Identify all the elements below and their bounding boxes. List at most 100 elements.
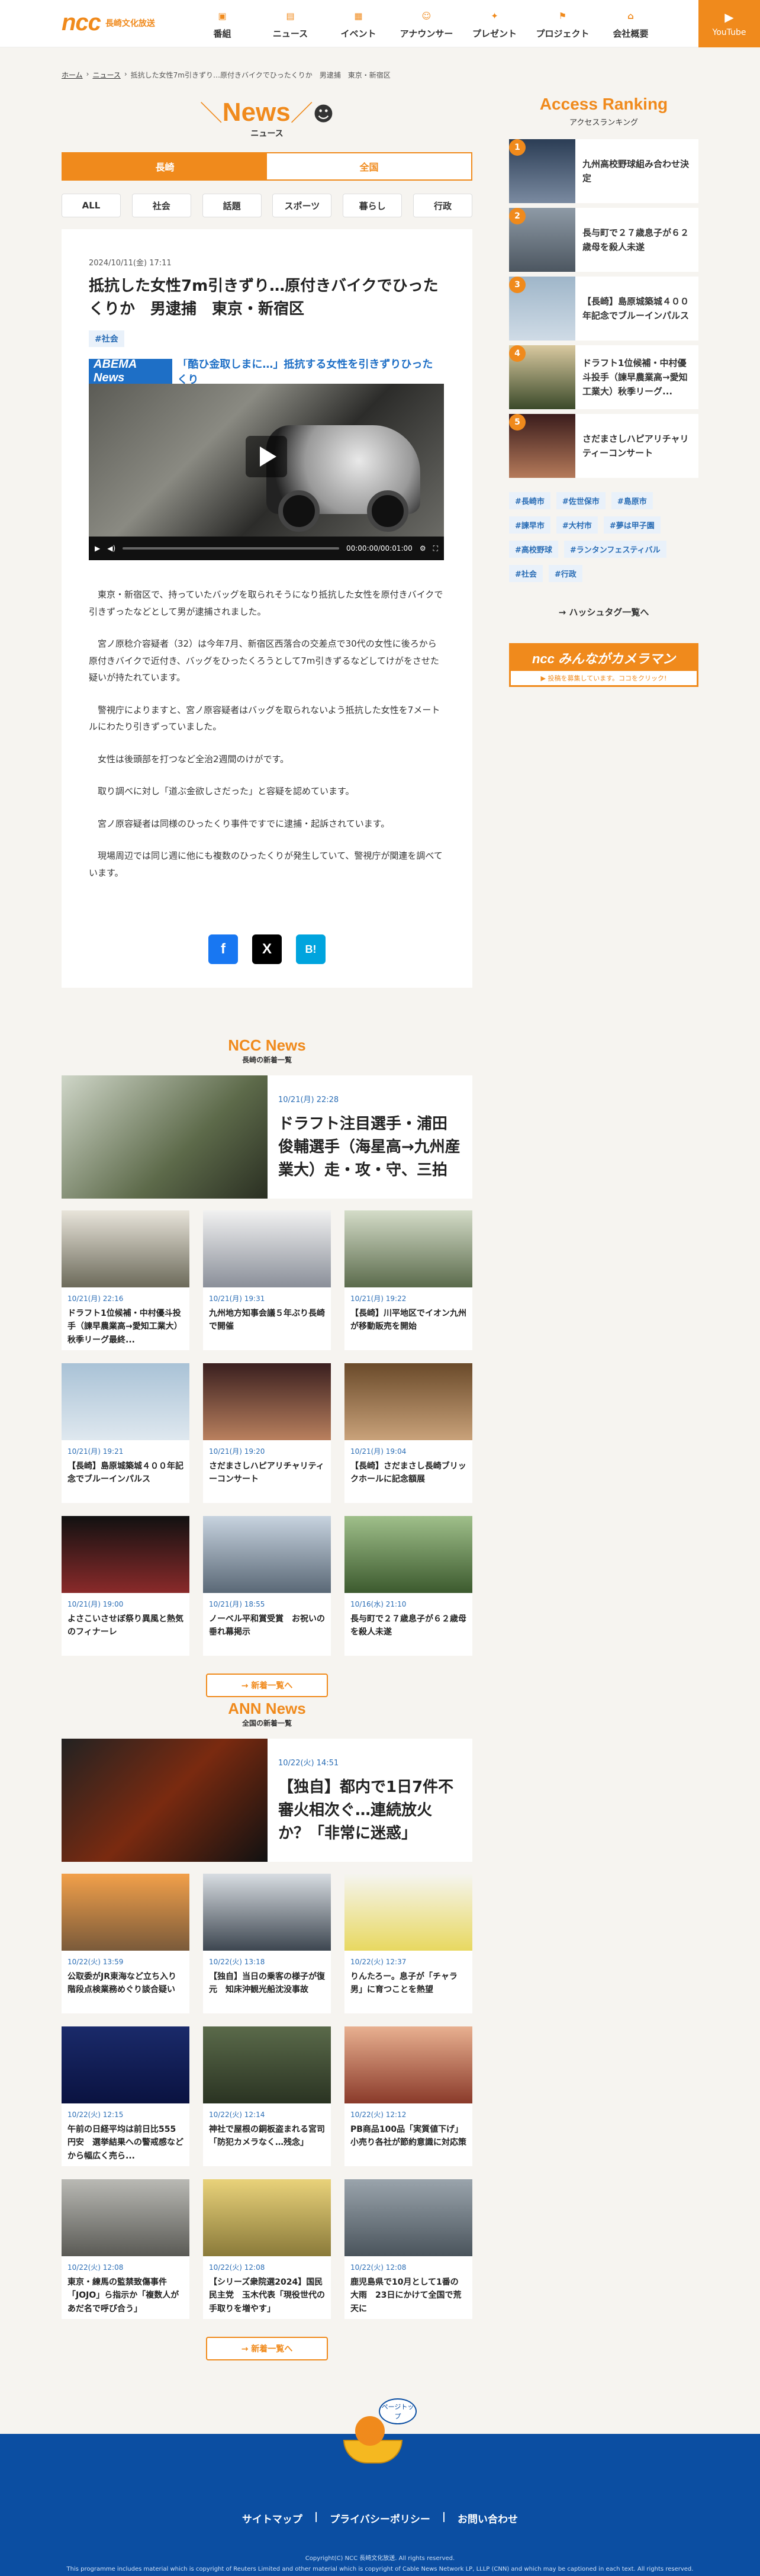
nav-item-announcers[interactable]: ☺ アナウンサー [392, 0, 460, 47]
hashtag[interactable]: #夢は甲子園 [603, 516, 661, 534]
tab-sports[interactable]: スポーツ [272, 194, 332, 217]
volume-icon[interactable]: ◀) [107, 544, 115, 553]
sitemap-link[interactable]: サイトマップ [242, 2511, 302, 2526]
news-card[interactable]: 10/22(火) 12:15 午前の日経平均は前日比555円安 選挙結果への警戒感… [62, 2026, 189, 2166]
arrow-right-icon: → [558, 607, 569, 618]
ranking-item[interactable]: 3 【長崎】島原城築城４００年記念でブルーインパルス [509, 277, 698, 341]
news-card[interactable]: 10/21(月) 19:04 【長崎】さだまさし長崎ブリックホールに記念額展 [344, 1363, 472, 1503]
news-card[interactable]: 10/16(水) 21:10 長与町で２７歳息子が６２歳母を殺人未遂 [344, 1516, 472, 1656]
site-logo[interactable]: ncc 長崎文化放送 [62, 9, 155, 36]
news-card[interactable]: 10/22(火) 13:18 【独自】当日の乗客の様子が復元 知床沖観光船沈没事故 [203, 1874, 331, 2013]
news-title: PB商品100品「実質値下げ」小売り各社が節約意識に対応策 [350, 2125, 466, 2148]
hashtag[interactable]: #諫早市 [509, 516, 550, 534]
ranking-subtitle: アクセスランキング [569, 118, 638, 127]
ranking-text: 長与町で２７歳息子が６２歳母を殺人未遂 [582, 227, 690, 252]
facebook-share-button[interactable]: f [208, 934, 238, 964]
news-card[interactable]: 10/22(火) 12:12 PB商品100品「実質値下げ」小売り各社が節約意識に… [344, 2026, 472, 2166]
featured-thumbnail [62, 1075, 268, 1199]
ranking-item[interactable]: 4 ドラフト1位候補・中村優斗投手（諫早農業高→愛知工業大）秋季リーグ... [509, 345, 698, 409]
site-header: ncc 長崎文化放送 ▣ 番組 ▤ ニュース ▦ イベント ☺ アナウンサー ✦ プレゼン… [0, 0, 760, 47]
play-button[interactable] [246, 436, 287, 477]
ranking-item[interactable]: 5 さだまさしハピアリチャリティーコンサート [509, 414, 698, 478]
logo-subtitle: 長崎文化放送 [105, 18, 155, 28]
hashtag[interactable]: #佐世保市 [556, 492, 606, 509]
news-card[interactable]: 10/22(火) 12:14 神社で屋根の銅板盗まれる宮司「防犯カメラなく…残念」 [203, 2026, 331, 2166]
hashtag[interactable]: #大村市 [556, 516, 598, 534]
news-thumbnail [203, 2026, 331, 2103]
breadcrumb: ホーム › ニュース › 抵抗した女性7m引きずり…原付きバイクでひったくりか 男逮… [62, 70, 391, 80]
news-card[interactable]: 10/21(月) 22:16 ドラフト1位候補・中村優斗投手（諫早農業高→愛知工業… [62, 1210, 189, 1350]
article-paragraph: 現場周辺では同じ週に他にも複数のひったくりが発生していて、警視庁が関連を調べてい… [89, 850, 443, 878]
news-card[interactable]: 10/22(火) 12:08 東京・練馬の監禁致傷事件「JOJO」ら指示か「複数人… [62, 2179, 189, 2319]
news-card[interactable]: 10/21(月) 19:00 よさこいさせぼ祭り異風と熱気のフィナーレ [62, 1516, 189, 1656]
scooter-wheel [367, 490, 408, 532]
news-card[interactable]: 10/21(月) 19:20 さだまさしハピアリチャリティーコンサート [203, 1363, 331, 1503]
news-card[interactable]: 10/22(火) 12:37 りんたろー。息子が「チャラ男」に育つことを熱望 [344, 1874, 472, 2013]
hashtag[interactable]: #長崎市 [509, 492, 550, 509]
news-thumbnail [62, 1210, 189, 1287]
news-thumbnail [203, 1210, 331, 1287]
hatena-share-button[interactable]: B! [296, 934, 326, 964]
tab-all[interactable]: ALL [62, 194, 121, 217]
ranking-item[interactable]: 1 九州高校野球組み合わせ決定 [509, 139, 698, 203]
settings-icon[interactable]: ⚙ [420, 544, 426, 553]
tab-life[interactable]: 暮らし [343, 194, 402, 217]
news-card[interactable]: 10/21(月) 18:55 ノーベル平和賞受賞 お祝いの垂れ幕掲示 [203, 1516, 331, 1656]
hashtag[interactable]: #高校野球 [509, 541, 558, 558]
ncc-news-more-button[interactable]: → 新着一覧へ [206, 1674, 328, 1697]
breadcrumb-home[interactable]: ホーム [62, 70, 83, 80]
tab-society[interactable]: 社会 [131, 194, 191, 217]
news-thumbnail [344, 1516, 472, 1593]
tab-topics[interactable]: 話題 [202, 194, 262, 217]
hashtag[interactable]: #ランタンフェスティバル [563, 541, 666, 558]
nav-item-company[interactable]: ⌂ 会社概要 [597, 0, 665, 47]
tab-government[interactable]: 行政 [413, 194, 472, 217]
tab-national[interactable]: 全国 [267, 153, 471, 179]
article-paragraph: 宮ノ原容疑者は同様のひったくり事件ですでに逮捕・起訴されています。 [89, 818, 390, 829]
nav-item-news[interactable]: ▤ ニュース [256, 0, 324, 47]
privacy-link[interactable]: プライバシーポリシー [330, 2511, 430, 2526]
nav-item-programs[interactable]: ▣ 番組 [188, 0, 256, 47]
ranking-title: Access Ranking [539, 95, 668, 113]
featured-thumbnail [62, 1739, 268, 1862]
news-card[interactable]: 10/22(火) 12:08 鹿児島県で10月として1番の大雨 23日にかけて全国… [344, 2179, 472, 2319]
youtube-button[interactable]: ▶ YouTube [698, 0, 760, 47]
hashtag[interactable]: #島原市 [611, 492, 653, 509]
contact-link[interactable]: お問い合わせ [458, 2511, 518, 2526]
ranking-text: さだまさしハピアリチャリティーコンサート [582, 433, 689, 458]
news-title: ドラフト注目選手・浦田俊輔選手（海星高→九州産業大）走・攻・守、三拍子そろった [278, 1115, 460, 1179]
news-title: 神社で屋根の銅板盗まれる宮司「防犯カメラなく…残念」 [209, 2125, 325, 2148]
news-card[interactable]: 10/22(火) 12:08 【シリーズ衆院選2024】国民民主党 玉木代表「現役… [203, 2179, 331, 2319]
featured-news[interactable]: 10/22(火) 14:51 【独自】都内で1日7件不審火相次ぐ…連続放火か？「… [62, 1739, 472, 1862]
x-share-button[interactable]: X [252, 934, 282, 964]
copyright-note: This programme includes material which i… [66, 2566, 694, 2572]
hashtag-more-link[interactable]: → ハッシュタグ一覧へ [509, 606, 698, 618]
nav-item-projects[interactable]: ⚑ プロジェクト [529, 0, 597, 47]
ranking-item[interactable]: 2 長与町で２７歳息子が６２歳母を殺人未遂 [509, 208, 698, 272]
page-top-button[interactable]: ページトップ [337, 2398, 420, 2475]
video-player[interactable]: ABEMA News 「酷ひ金取しまに…」抵抗する女性を引きずりひったくり ▶ … [89, 359, 444, 560]
play-small-icon[interactable]: ▶ [95, 544, 100, 553]
video-progress-bar[interactable] [123, 547, 339, 550]
fullscreen-icon[interactable]: ⛶ [433, 544, 438, 553]
news-card[interactable]: 10/22(火) 13:59 公取委がJR東海など立ち入り 階段点検業務めぐり談合… [62, 1874, 189, 2013]
nav-item-presents[interactable]: ✦ プレゼント [460, 0, 529, 47]
news-card[interactable]: 10/21(月) 19:31 九州地方知事会議５年ぶり長崎で開催 [203, 1210, 331, 1350]
ann-news-more-button[interactable]: → 新着一覧へ [206, 2337, 328, 2360]
news-card[interactable]: 10/21(月) 19:22 【長崎】川平地区でイオン九州が移動販売を開始 [344, 1210, 472, 1350]
nav-item-events[interactable]: ▦ イベント [324, 0, 392, 47]
hashtag[interactable]: #行政 [548, 565, 582, 582]
hashtag[interactable]: #社会 [509, 565, 543, 582]
camera-banner[interactable]: ncc みんながカメラマン ▶ 投稿を募集しています。ココをクリック! [509, 643, 698, 687]
youtube-icon: ▶ [724, 10, 734, 24]
tab-nagasaki[interactable]: 長崎 [63, 153, 267, 179]
news-title: 東京・練馬の監禁致傷事件「JOJO」ら指示か「複数人があだ名で呼び合う」 [67, 2278, 179, 2314]
news-title: 【独自】都内で1日7件不審火相次ぐ…連続放火か？「非常に迷惑」 [278, 1778, 454, 1842]
news-card[interactable]: 10/21(月) 19:21 【長崎】島原城築城４００年記念でブルーインパルス [62, 1363, 189, 1503]
article-tag[interactable]: #社会 [89, 330, 124, 347]
breadcrumb-news[interactable]: ニュース [92, 70, 120, 80]
article-paragraph: 東京・新宿区で、持っていたバッグを取られそうになり抵抗した女性を原付きバイクで引… [89, 589, 443, 617]
news-thumbnail [203, 1874, 331, 1951]
news-date: 10/16(水) 21:10 [350, 1600, 407, 1608]
featured-news[interactable]: 10/21(月) 22:28 ドラフト注目選手・浦田俊輔選手（海星高→九州産業大… [62, 1075, 472, 1199]
